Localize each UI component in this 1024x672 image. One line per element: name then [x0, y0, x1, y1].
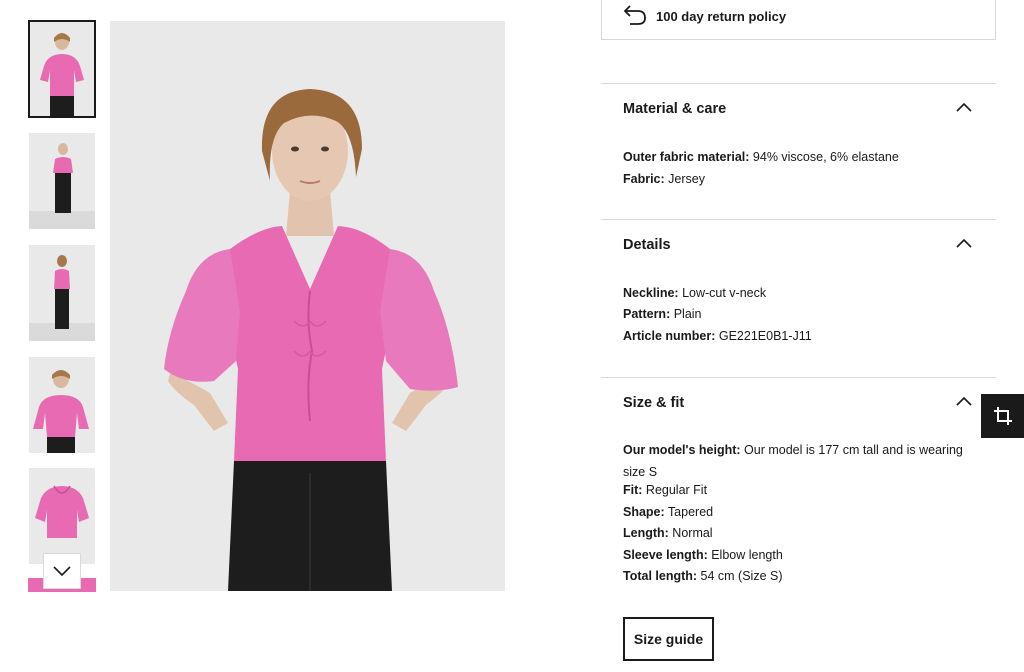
chevron-down-icon [53, 566, 71, 576]
divider [601, 377, 996, 378]
thumbnail-2[interactable] [29, 133, 95, 229]
thumbnail-2-image [29, 133, 95, 229]
fabric-row: Fabric: Jersey [623, 172, 705, 186]
chevron-up-icon[interactable] [955, 101, 973, 113]
thumbnail-5-image [29, 468, 95, 564]
total-length-row: Total length: 54 cm (Size S) [623, 569, 783, 583]
model-height-row: Our model's height: Our model is 177 cm … [623, 443, 963, 479]
fit-row: Fit: Regular Fit [623, 483, 708, 497]
crop-icon [993, 407, 1012, 425]
divider [601, 83, 996, 84]
thumbnail-5[interactable] [29, 468, 95, 564]
thumbnail-1-image [30, 22, 94, 116]
thumbnail-gallery [28, 20, 98, 592]
size-guide-button[interactable]: Size guide [623, 617, 714, 661]
material-row: Outer fabric material: 94% viscose, 6% e… [623, 150, 899, 164]
article-number-row: Article number: GE221E0B1-J11 [623, 329, 812, 343]
return-arrow-icon [623, 5, 646, 25]
thumbnail-scroll-down-button[interactable] [43, 553, 81, 589]
main-product-image[interactable] [110, 21, 505, 591]
pattern-row: Pattern: Plain [623, 307, 702, 321]
chevron-up-icon[interactable] [955, 237, 973, 249]
return-policy-box: 100 day return policy [601, 0, 996, 40]
sleeve-length-row: Sleeve length: Elbow length [623, 548, 783, 562]
thumbnail-4[interactable] [29, 357, 95, 453]
length-row: Length: Normal [623, 526, 713, 540]
details-section-title[interactable]: Details [623, 237, 671, 253]
model-photo [110, 21, 505, 591]
floating-crop-button[interactable] [981, 394, 1024, 438]
thumbnail-3[interactable] [29, 245, 95, 341]
thumbnail-1[interactable] [28, 20, 96, 118]
divider [601, 219, 996, 220]
return-policy-text: 100 day return policy [656, 9, 787, 24]
thumbnail-3-image [29, 245, 95, 341]
size-fit-section-title[interactable]: Size & fit [623, 395, 684, 411]
shape-row: Shape: Tapered [623, 505, 714, 519]
neckline-row: Neckline: Low-cut v-neck [623, 286, 767, 300]
thumbnail-4-image [29, 357, 95, 453]
material-section-title[interactable]: Material & care [623, 101, 726, 117]
chevron-up-icon[interactable] [955, 395, 973, 407]
